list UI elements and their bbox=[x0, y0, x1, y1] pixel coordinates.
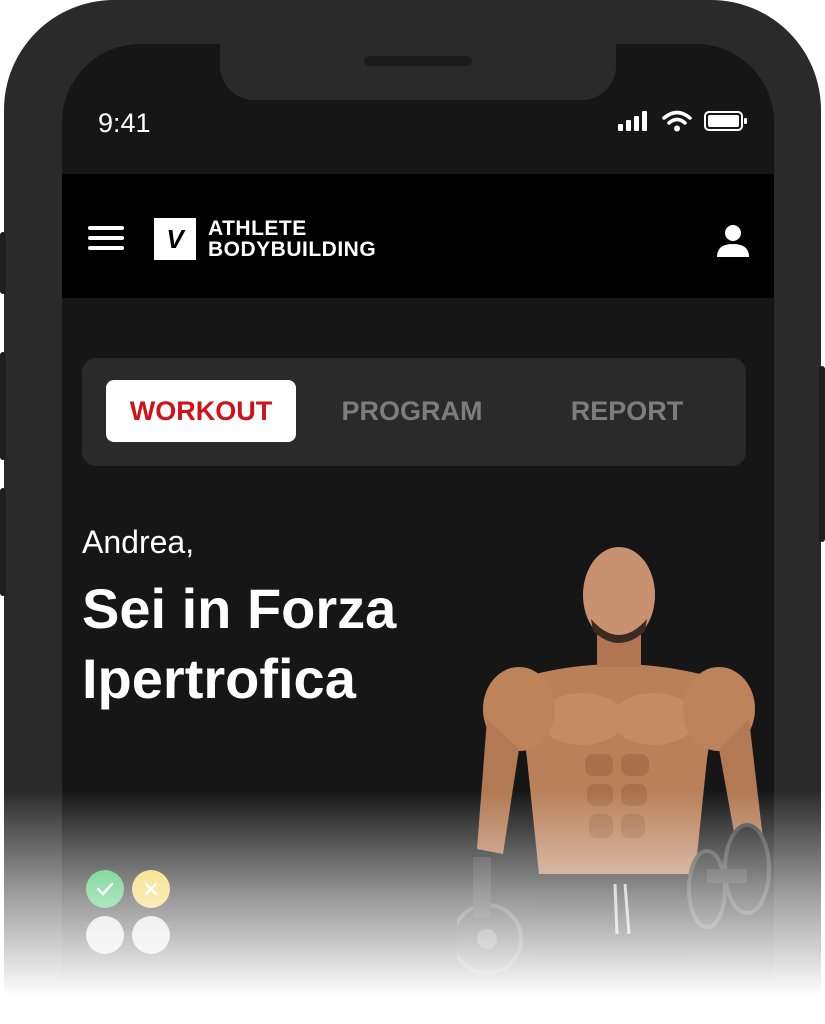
menu-icon[interactable] bbox=[88, 226, 124, 250]
tab-report[interactable]: REPORT bbox=[552, 380, 702, 442]
speaker-grille bbox=[364, 56, 472, 66]
brand-line-2: BODYBUILDING bbox=[208, 238, 377, 261]
status-icons bbox=[618, 110, 748, 132]
logo-mark: V bbox=[154, 218, 196, 260]
bottom-fade-overlay bbox=[0, 790, 825, 1024]
mute-switch bbox=[0, 232, 6, 294]
tab-program[interactable]: PROGRAM bbox=[322, 380, 502, 442]
brand-line-1: ATHLETE bbox=[208, 217, 307, 240]
wifi-icon bbox=[662, 110, 692, 132]
battery-icon bbox=[704, 111, 747, 131]
tab-workout[interactable]: WORKOUT bbox=[106, 380, 296, 442]
app-header: V ATHLETE BODYBUILDING bbox=[62, 174, 774, 298]
signal-icon bbox=[618, 111, 647, 131]
notch bbox=[220, 44, 616, 100]
greeting: Andrea, bbox=[82, 524, 195, 560]
phase-headline: Sei in Forza Ipertrofica bbox=[82, 577, 397, 710]
tab-bar: WORKOUT PROGRAM REPORT bbox=[82, 358, 746, 466]
volume-down-button bbox=[0, 488, 6, 596]
user-icon[interactable] bbox=[716, 224, 750, 258]
power-button bbox=[819, 366, 825, 542]
status-time: 9:41 bbox=[98, 108, 151, 138]
brand-name: ATHLETE BODYBUILDING bbox=[208, 218, 376, 260]
logo-letter: V bbox=[166, 223, 184, 254]
volume-up-button bbox=[0, 352, 6, 460]
